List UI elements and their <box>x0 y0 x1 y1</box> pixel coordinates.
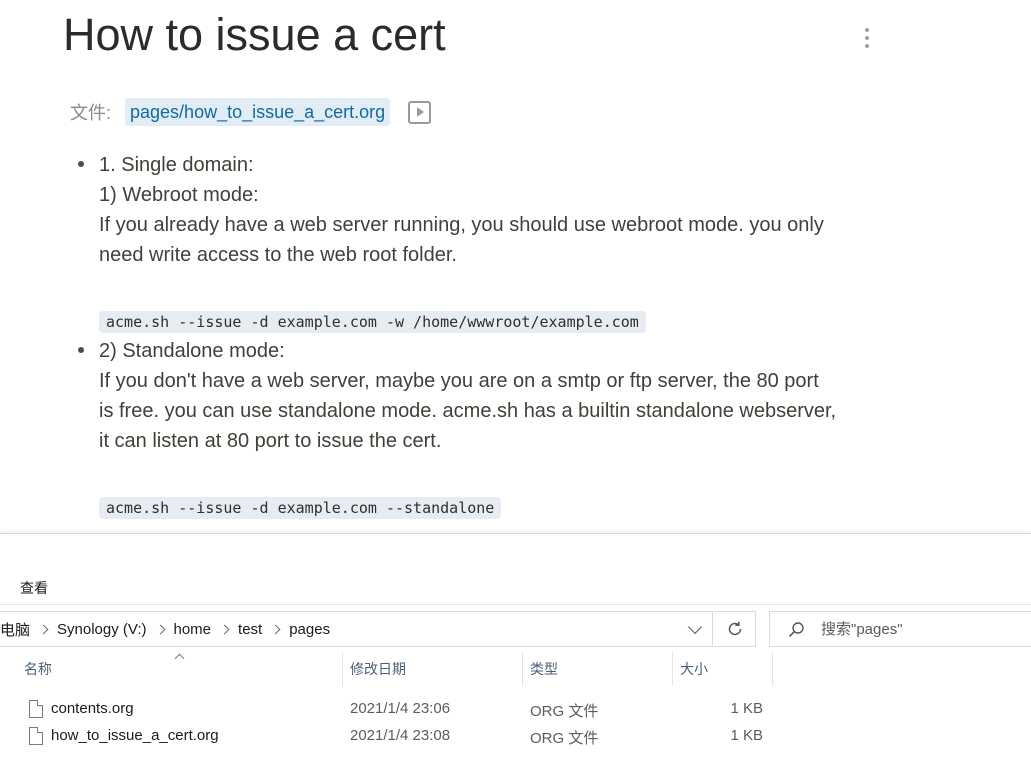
file-row[interactable]: how_to_issue_a_cert.org 2021/1/4 23:08 O… <box>24 724 784 750</box>
breadcrumb-pages[interactable]: pages <box>289 621 330 638</box>
more-options-icon[interactable] <box>856 24 878 52</box>
inline-code: acme.sh --issue -d example.com --standal… <box>99 497 502 519</box>
breadcrumb-synology[interactable]: Synology (V:) <box>57 621 146 638</box>
inline-code: acme.sh --issue -d example.com -w /home/… <box>99 311 646 333</box>
ribbon-tab-view[interactable]: 查看 <box>20 578 48 598</box>
column-label: 大小 <box>680 661 708 677</box>
file-label: 文件: <box>70 103 112 123</box>
file-name: how_to_issue_a_cert.org <box>51 727 219 744</box>
block-line: If you already have a web server running… <box>99 214 824 236</box>
file-icon <box>29 727 43 745</box>
column-header-type[interactable]: 类型 <box>523 652 673 686</box>
refresh-button[interactable] <box>714 611 756 647</box>
block-bullet[interactable] <box>78 347 84 353</box>
block-line: 1. Single domain: <box>99 154 254 176</box>
block-content[interactable]: 1. Single domain: 1) Webroot mode: If yo… <box>99 150 899 336</box>
chevron-right-icon[interactable] <box>38 624 49 634</box>
column-header-name[interactable]: 名称 <box>17 652 343 686</box>
block-bullet[interactable] <box>78 161 84 167</box>
block-line: it can listen at 80 port to issue the ce… <box>99 430 442 452</box>
file-size: 1 KB <box>730 700 763 717</box>
block-content[interactable]: 2) Standalone mode: If you don't have a … <box>99 336 899 522</box>
breadcrumb-home[interactable]: home <box>174 621 212 638</box>
file-type: ORG 文件 <box>530 730 599 747</box>
column-label: 名称 <box>24 661 52 677</box>
file-path-link[interactable]: pages/how_to_issue_a_cert.org <box>125 98 391 126</box>
column-label: 类型 <box>530 661 558 677</box>
block-single-domain[interactable]: 1. Single domain: 1) Webroot mode: If yo… <box>78 150 898 333</box>
editor-pane: How to issue a cert 文件: pages/how_to_iss… <box>0 0 1031 533</box>
block-line: 2) Standalone mode: <box>99 340 285 362</box>
open-file-icon[interactable] <box>408 100 432 124</box>
search-icon <box>788 621 804 637</box>
block-standalone-mode[interactable]: 2) Standalone mode: If you don't have a … <box>78 336 898 519</box>
search-input[interactable] <box>819 619 1019 639</box>
ribbon-divider <box>0 604 1031 605</box>
file-size: 1 KB <box>730 727 763 744</box>
breadcrumb-test[interactable]: test <box>238 621 262 638</box>
file-name: contents.org <box>51 700 134 717</box>
block-line: need write access to the web root folder… <box>99 244 457 266</box>
column-label: 修改日期 <box>350 661 406 677</box>
chevron-right-icon[interactable] <box>155 624 165 634</box>
column-header-date[interactable]: 修改日期 <box>343 652 523 686</box>
page-title[interactable]: How to issue a cert <box>63 8 446 62</box>
chevron-down-icon[interactable] <box>687 619 703 635</box>
chevron-right-icon[interactable] <box>270 624 281 634</box>
block-line: If you don't have a web server, maybe yo… <box>99 370 819 392</box>
column-header-size[interactable]: 大小 <box>673 652 773 686</box>
address-bar[interactable]: 电脑 Synology (V:) home test pages <box>0 611 713 647</box>
file-date: 2021/1/4 23:08 <box>350 727 451 744</box>
chevron-right-icon[interactable] <box>219 624 230 634</box>
file-row[interactable]: contents.org 2021/1/4 23:06 ORG 文件 1 KB <box>24 697 784 723</box>
refresh-icon <box>728 621 741 636</box>
block-line: 1) Webroot mode: <box>99 184 259 206</box>
file-explorer: 查看 电脑 Synology (V:) home test pages 名称 修… <box>0 533 1031 779</box>
breadcrumb-computer[interactable]: 电脑 <box>0 619 30 640</box>
block-line: is free. you can use standalone mode. ac… <box>99 400 837 422</box>
file-icon <box>29 700 43 718</box>
search-box[interactable] <box>769 611 1031 647</box>
file-info-row: 文件: pages/how_to_issue_a_cert.org <box>70 97 432 127</box>
file-type: ORG 文件 <box>530 703 599 720</box>
file-date: 2021/1/4 23:06 <box>350 700 451 717</box>
